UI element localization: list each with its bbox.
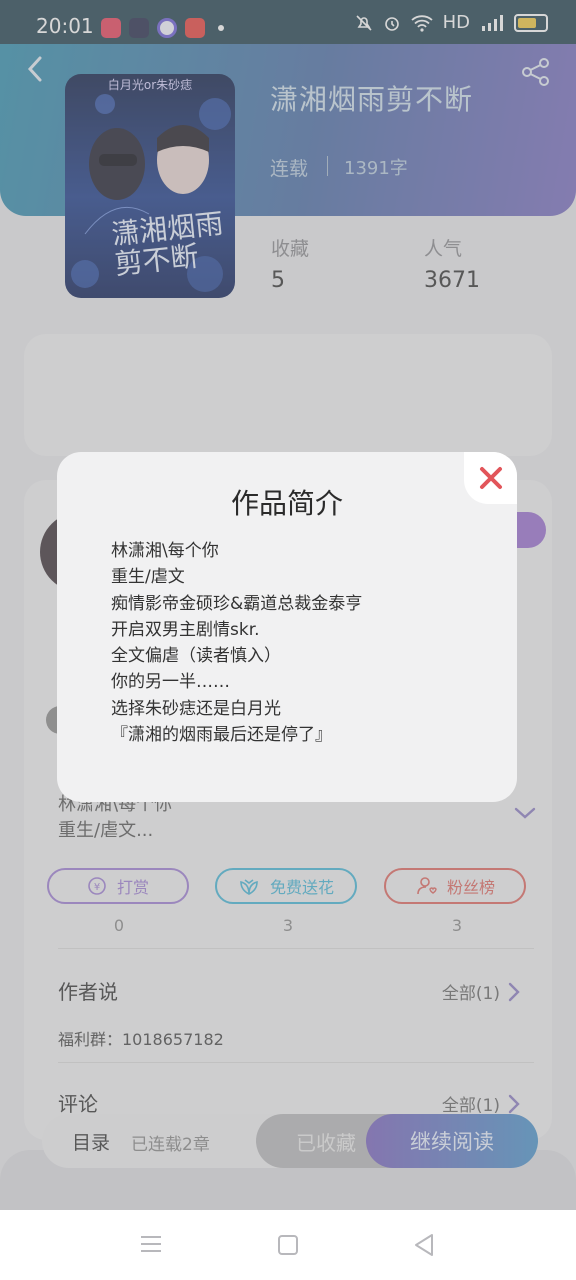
home-icon[interactable] [277, 1234, 299, 1256]
back-icon[interactable] [413, 1233, 435, 1257]
modal-title: 作品简介 [230, 487, 343, 520]
modal-body: 林潇湘\每个你 重生/虐文 痴情影帝金硕珍&霸道总裁金泰亨 开启双男主剧情skr… [111, 538, 362, 748]
navigation-bar [0, 1210, 576, 1280]
intro-line: 『潇湘的烟雨最后还是停了』 [111, 725, 332, 746]
intro-line: 林潇湘\每个你 [111, 541, 219, 561]
intro-line: 你的另一半…… [111, 672, 230, 693]
intro-line: 痴情影帝金硕珍&霸道总裁金泰亨 [111, 593, 363, 614]
intro-line: 重生/虐文 [111, 567, 185, 588]
menu-icon[interactable] [140, 1234, 162, 1254]
intro-line: 全文偏虐（读者慎入） [111, 646, 281, 667]
intro-line: 开启双男主剧情skr. [111, 619, 260, 640]
intro-line: 选择朱砂痣还是白月光 [111, 698, 281, 719]
